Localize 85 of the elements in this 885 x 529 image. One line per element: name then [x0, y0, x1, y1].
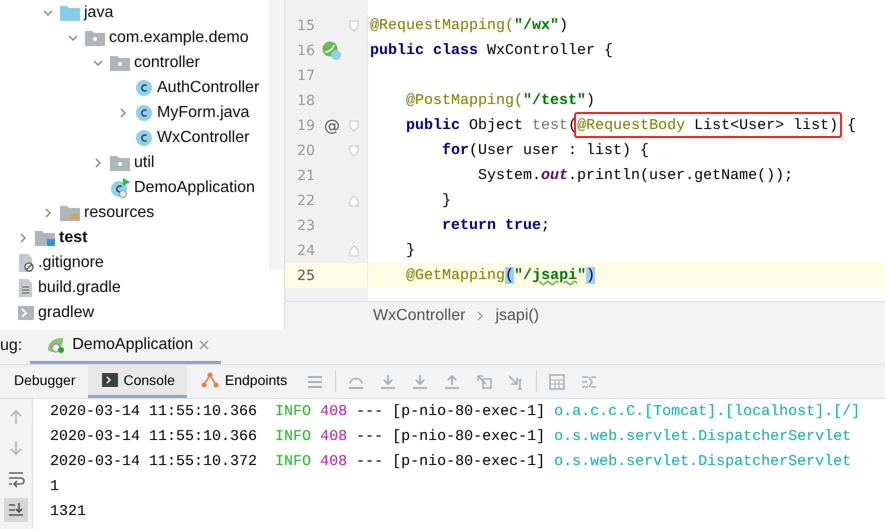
- step-into-icon[interactable]: [379, 372, 398, 390]
- tree-item[interactable]: gradlew: [38, 304, 94, 322]
- panel-label: ug:: [0, 337, 24, 356]
- package-icon: [110, 154, 130, 170]
- chevron-icon[interactable]: [43, 208, 53, 218]
- line-number: 20: [296, 142, 315, 158]
- tree-item[interactable]: com.example.demo: [109, 28, 249, 46]
- ignore-file-icon: [18, 254, 34, 272]
- scroll-to-end-icon[interactable]: [7, 501, 25, 519]
- spring-app-icon: [46, 336, 66, 354]
- chevron-icon[interactable]: [93, 158, 103, 168]
- tree-item[interactable]: java: [84, 4, 114, 22]
- console-line: 2020-03-14 11:55:10.366 INFO 408 --- [p-nio-80-exec-1] o.s.web.servlet.DispatcherServlet: [50, 428, 852, 445]
- console-icon: [102, 373, 118, 387]
- soft-wrap-icon[interactable]: [7, 470, 25, 488]
- fold-icon: [349, 120, 359, 132]
- code-line: System.out.println(user.getName());: [477, 167, 794, 184]
- endpoints-icon: [200, 372, 219, 388]
- fold-icon: [349, 20, 359, 32]
- code-line: @PostMapping("/test"): [405, 92, 596, 109]
- force-step-into-icon[interactable]: [411, 372, 430, 390]
- tree-item[interactable]: util: [134, 154, 154, 172]
- run-class-icon: [110, 178, 130, 198]
- tree-item[interactable]: controller: [134, 54, 200, 72]
- close-icon: [199, 340, 210, 350]
- code-line: @RequestMapping("/wx"): [369, 17, 568, 34]
- drop-frame-icon[interactable]: [475, 372, 494, 390]
- scrollbar[interactable]: [270, 0, 284, 270]
- fold-icon: [349, 244, 359, 256]
- breadcrumb[interactable]: WxController: [373, 307, 466, 325]
- console-line: 1: [50, 478, 60, 495]
- chevron-icon[interactable]: [118, 108, 128, 118]
- folder-icon: [60, 4, 80, 20]
- console-line: 2020-03-14 11:55:10.372 INFO 408 --- [p-nio-80-exec-1] o.s.web.servlet.DispatcherServlet: [50, 453, 852, 470]
- gradle-file-icon: [18, 278, 34, 296]
- chevron-icon[interactable]: [93, 58, 103, 68]
- line-number: 16: [296, 42, 315, 58]
- code-line: }: [405, 242, 416, 259]
- evaluate-icon[interactable]: [548, 372, 566, 390]
- line-number: 25: [296, 268, 315, 284]
- step-out-icon[interactable]: [443, 372, 462, 390]
- chevron-icon[interactable]: [18, 232, 28, 242]
- tree-item[interactable]: .gitignore: [38, 254, 104, 272]
- chevron-icon: [477, 311, 484, 321]
- code-line: }: [441, 192, 452, 209]
- fold-icon: [349, 144, 359, 156]
- line-number: 22: [296, 192, 315, 208]
- class-icon: [135, 78, 153, 96]
- tree-item[interactable]: WxController: [157, 128, 250, 146]
- code-line: public Object test(@RequestBody List<User> list) {: [368, 117, 856, 134]
- chevron-icon[interactable]: [43, 8, 53, 18]
- line-number: 21: [296, 168, 315, 184]
- gutter-mark[interactable]: @: [324, 116, 340, 135]
- chevron-icon[interactable]: [68, 32, 78, 42]
- tree-item[interactable]: build.gradle: [38, 278, 121, 296]
- line-number: 18: [296, 92, 315, 108]
- fold-icon: [349, 194, 359, 206]
- breadcrumb[interactable]: jsapi(): [495, 307, 540, 325]
- tree-item[interactable]: AuthController: [157, 78, 260, 96]
- code-line: for(User user : list) {: [441, 142, 650, 159]
- package-icon: [85, 30, 105, 46]
- line-number: 23: [296, 218, 315, 234]
- class-icon: [135, 128, 153, 146]
- code-line: public class WxController {: [369, 42, 614, 59]
- test-folder-icon: [35, 230, 55, 246]
- tree-item[interactable]: MyForm.java: [157, 104, 250, 122]
- class-icon: [135, 104, 153, 122]
- resources-folder-icon: [60, 204, 80, 220]
- code-line: @GetMapping("/jsapi"): [405, 267, 596, 284]
- package-icon: [110, 54, 130, 70]
- bean-class-icon: [322, 40, 342, 60]
- line-number: 24: [296, 242, 315, 258]
- view-tab[interactable]: Debugger: [0, 365, 88, 398]
- line-number: 19: [296, 118, 315, 134]
- code-line: return true;: [441, 217, 550, 234]
- tree-item[interactable]: resources: [84, 204, 154, 222]
- tree-item[interactable]: DemoApplication: [134, 178, 255, 196]
- view-tab[interactable]: Console: [88, 365, 187, 398]
- console-line: 1321: [50, 503, 86, 520]
- console-line: 2020-03-14 11:55:10.366 INFO 408 --- [p-nio-80-exec-1] o.a.c.c.C.[Tomcat].[localhost].[/]: [50, 403, 860, 420]
- tree-item[interactable]: test: [59, 228, 88, 246]
- view-tab[interactable]: Endpoints: [186, 365, 300, 398]
- script-file-icon: [18, 304, 34, 320]
- line-number: 17: [296, 68, 315, 84]
- line-number: 15: [296, 18, 315, 34]
